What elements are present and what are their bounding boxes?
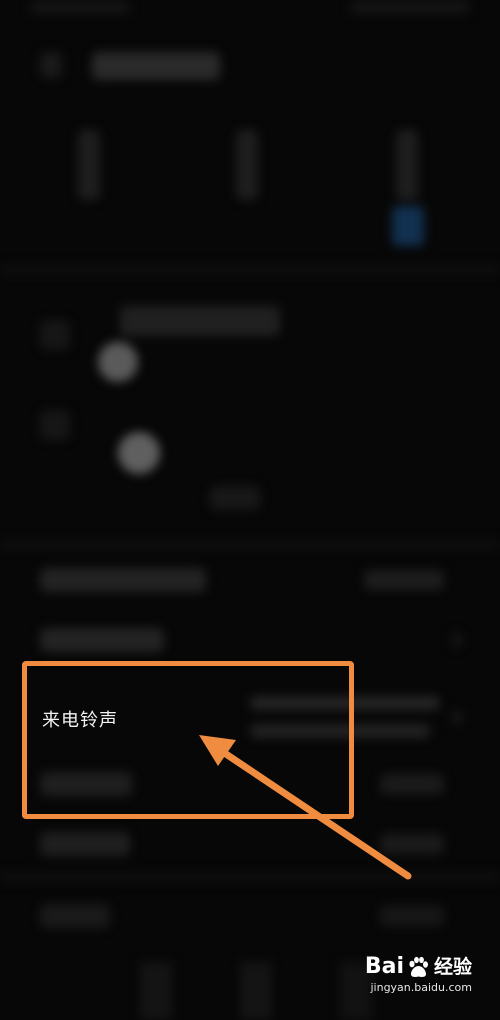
- watermark-url: jingyan.baidu.com: [370, 981, 472, 994]
- arrow-icon: [199, 735, 412, 880]
- baidu-watermark: Bai 经验 jingyan.baidu.com: [365, 955, 472, 995]
- watermark-brand: Bai 经验: [365, 955, 472, 979]
- phone-screen: 来电铃声 Bai 经验 jingyan.baidu.com: [0, 0, 500, 1020]
- baidu-paw-icon: [409, 956, 428, 977]
- watermark-brand-right: 经验: [433, 956, 472, 978]
- watermark-brand-left: Bai: [364, 954, 404, 979]
